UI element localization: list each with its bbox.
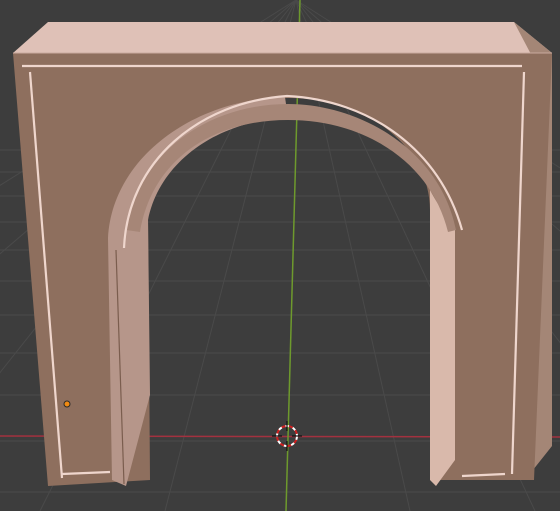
arch-inner-right	[430, 190, 455, 486]
arch-top-face	[13, 22, 552, 53]
viewport-canvas[interactable]	[0, 0, 560, 511]
arch-mesh[interactable]	[13, 22, 552, 486]
3d-viewport[interactable]	[0, 0, 560, 511]
object-origin-dot[interactable]	[63, 400, 71, 408]
